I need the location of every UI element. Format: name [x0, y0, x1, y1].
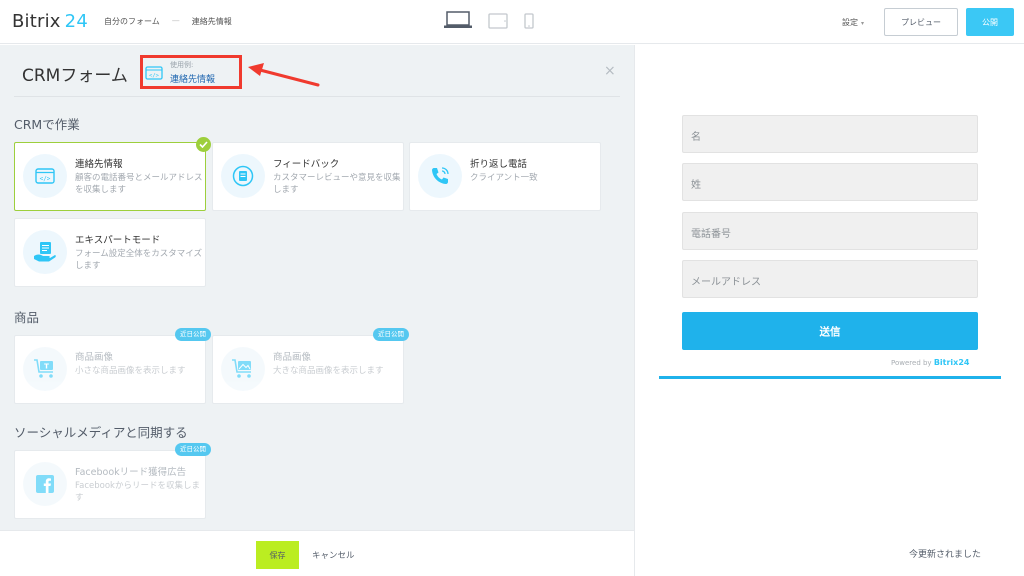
top-header: Bitrix 24 自分のフォーム — 連絡先情報 設定 ▾ プレビュー 公開: [0, 0, 1024, 44]
phone-icon[interactable]: [524, 13, 534, 33]
first-name-field[interactable]: 名: [682, 115, 978, 153]
powered-brand-number: 24: [958, 358, 970, 367]
svg-text:</>: </>: [149, 73, 160, 79]
coming-soon-badge: 近日公開: [373, 328, 409, 341]
settings-label: 設定: [841, 17, 858, 27]
card-description: 顧客の電話番号とメールアドレスを収集します: [75, 173, 203, 195]
card-description: クライアント一致: [470, 173, 538, 183]
card-title: 連絡先情報: [75, 159, 123, 170]
form-preview: 名 姓 電話番号 メールアドレス 送信 Powered by Bitrix24 …: [634, 45, 1024, 576]
publish-button[interactable]: 公開: [966, 8, 1014, 36]
card-description: 大きな商品画像を表示します: [273, 366, 384, 376]
section-products: 商品: [14, 310, 40, 325]
logo-number: 24: [64, 11, 88, 32]
laptop-icon[interactable]: [444, 11, 472, 33]
header-actions: 設定 ▾ プレビュー 公開: [842, 8, 1014, 36]
card-description: 小さな商品画像を表示します: [75, 366, 186, 376]
card-title: 折り返し電話: [470, 159, 528, 170]
card-expert-mode[interactable]: エキスパートモード フォーム設定全体をカスタマイズします: [14, 218, 206, 287]
submit-button[interactable]: 送信: [682, 312, 978, 350]
phone-call-icon: [418, 154, 462, 198]
code-window-icon: </>: [145, 65, 163, 84]
updated-status: 今更新されました: [909, 550, 982, 560]
breadcrumb-my-forms[interactable]: 自分のフォーム: [104, 16, 160, 27]
card-product-image-small: T 商品画像 小さな商品画像を表示します 近日公開: [14, 328, 211, 404]
powered-by: Powered by Bitrix24: [891, 358, 969, 367]
breadcrumb-current: 連絡先情報: [191, 17, 232, 26]
usage-label: 使用例:: [170, 61, 194, 69]
powered-brand: Bitrix: [933, 358, 959, 367]
checkmark-icon: [196, 137, 211, 152]
close-icon[interactable]: ×: [604, 63, 616, 79]
device-switcher: [444, 11, 534, 33]
card-title: フィードバック: [273, 159, 340, 170]
card-feedback[interactable]: フィードバック カスタマーレビューや意見を収集します: [212, 142, 404, 211]
coming-soon-badge: 近日公開: [175, 328, 211, 341]
card-title: エキスパートモード: [75, 235, 161, 246]
card-title: 商品画像: [75, 352, 114, 363]
card-facebook-lead-ads: Facebookリード獲得広告 Facebookからリードを収集します 近日公開: [14, 443, 211, 519]
feedback-icon: [221, 154, 265, 198]
crm-form-panel: CRMフォーム </> 使用例: 連絡先情報 × CRMで作業 </> 連絡先情…: [0, 45, 634, 576]
chevron-down-icon: ▾: [860, 19, 864, 27]
tablet-icon[interactable]: [488, 13, 508, 33]
page-title: CRMフォーム: [22, 66, 128, 86]
preview-button[interactable]: プレビュー: [884, 8, 958, 36]
panel-footer: 保存 キャンセル: [0, 530, 634, 576]
facebook-icon: [23, 462, 67, 506]
section-crm: CRMで作業: [14, 117, 80, 132]
section-social-media: ソーシャルメディアと同期する: [14, 425, 188, 440]
card-description: カスタマーレビューや意見を収集します: [273, 173, 401, 195]
code-window-icon: </>: [23, 154, 67, 198]
form-hand-icon: [23, 230, 67, 274]
card-callback[interactable]: 折り返し電話 クライアント一致: [409, 142, 601, 211]
card-title: 商品画像: [273, 352, 312, 363]
save-button[interactable]: 保存: [256, 541, 299, 569]
bitrix24-logo[interactable]: Bitrix 24: [12, 11, 88, 32]
cart-icon: T: [23, 347, 67, 391]
red-arrow-annotation: [248, 63, 320, 87]
card-title: Facebookリード獲得広告: [75, 467, 187, 478]
svg-text:</>: </>: [40, 176, 51, 183]
card-description: Facebookからリードを収集します: [75, 481, 200, 503]
email-field[interactable]: メールアドレス: [682, 260, 978, 298]
logo-text: Bitrix: [12, 11, 61, 32]
card-contact-info[interactable]: </> 連絡先情報 顧客の電話番号とメールアドレスを収集します: [14, 137, 211, 211]
card-description: フォーム設定全体をカスタマイズします: [75, 249, 202, 271]
usage-value: 連絡先情報: [170, 75, 216, 85]
phone-field[interactable]: 電話番号: [682, 212, 978, 250]
powered-by-text: Powered by: [891, 359, 932, 367]
cancel-button[interactable]: キャンセル: [312, 549, 355, 561]
usage-example-highlight[interactable]: </> 使用例: 連絡先情報: [140, 55, 242, 89]
preview-bottom-line: [659, 376, 1001, 379]
cart-image-icon: [221, 347, 265, 391]
svg-text:T: T: [44, 363, 49, 371]
breadcrumb-separator: —: [171, 16, 180, 25]
coming-soon-badge: 近日公開: [175, 443, 211, 456]
settings-menu[interactable]: 設定 ▾: [842, 17, 864, 28]
breadcrumb: 自分のフォーム — 連絡先情報: [104, 16, 232, 27]
divider: [14, 96, 620, 97]
card-product-image-large: 商品画像 大きな商品画像を表示します 近日公開: [212, 328, 409, 404]
last-name-field[interactable]: 姓: [682, 163, 978, 201]
